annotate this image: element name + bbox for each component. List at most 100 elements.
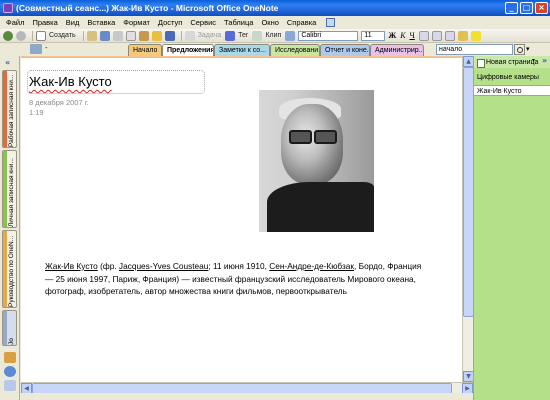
page-date: 8 декабря 2007 г. <box>29 98 89 107</box>
format-painter-icon[interactable] <box>151 30 162 41</box>
menu-format[interactable]: Формат <box>123 18 150 27</box>
tag-button[interactable]: Тег <box>238 32 248 39</box>
subject-name: Жак-Ив Кусто <box>45 261 98 271</box>
menu-share[interactable]: Доступ <box>158 18 182 27</box>
task-icon[interactable] <box>184 30 195 41</box>
page-item-cousteau[interactable]: Жак-Ив Кусто <box>474 85 550 96</box>
menu-tools[interactable]: Сервис <box>190 18 216 27</box>
paste-icon[interactable] <box>138 30 149 41</box>
new-page-dropdown-icon[interactable]: ▾ <box>532 57 535 64</box>
undo-icon[interactable] <box>164 30 175 41</box>
close-button[interactable]: × <box>535 2 548 14</box>
search-input[interactable]: начало <box>436 44 513 55</box>
maximize-button[interactable]: □ <box>520 2 533 14</box>
font-name-select[interactable]: Calibri <box>298 30 359 41</box>
notebook-shared[interactable]: Jo <box>2 310 17 346</box>
open-notebook-icon[interactable] <box>4 352 16 363</box>
page-time: 1:19 <box>29 108 44 117</box>
italic-button[interactable]: К <box>400 31 405 40</box>
shared-notebook-icon[interactable] <box>4 380 16 391</box>
create-button[interactable]: Создать <box>49 32 76 39</box>
menu-help[interactable]: Справка <box>287 18 316 27</box>
notebook-label: Jo <box>8 338 15 345</box>
notebook-label: Рабочая записная кни... <box>8 74 15 147</box>
page-canvas[interactable]: Жак-Ив Кусто 8 декабря 2007 г. 1:19 Жак-… <box>21 56 462 382</box>
tab-admin[interactable]: Администрир... <box>370 44 424 56</box>
search-options-icon[interactable]: ▾ <box>526 45 530 53</box>
text-born: ; 11 июня 1910, <box>208 261 270 271</box>
toolbar: Создать Задача Тег Клип Calibri 11 Ж К Ч <box>0 29 550 43</box>
view-icon[interactable] <box>285 30 296 41</box>
tab-research[interactable]: Исследовани... <box>270 44 320 56</box>
tab-notes[interactable]: Заметки к со... <box>214 44 270 56</box>
notebook-personal[interactable]: Личная записная кни... <box>2 150 17 228</box>
menu-file[interactable]: Файл <box>6 18 24 27</box>
bold-button[interactable]: Ж <box>388 31 396 40</box>
cut-icon[interactable] <box>112 30 123 41</box>
notebook-color-swatch <box>3 71 7 147</box>
collapse-nav-icon[interactable]: « <box>5 58 10 67</box>
notebook-icon[interactable] <box>30 44 42 54</box>
notebook-label: Руководство по OneN... <box>8 235 15 307</box>
screen-clip-icon[interactable] <box>252 30 263 41</box>
highlight-icon[interactable] <box>470 30 481 41</box>
outdent-icon[interactable] <box>444 30 455 41</box>
tab-start[interactable]: Начало <box>128 44 162 56</box>
page-title[interactable]: Жак-Ив Кусто <box>29 74 112 89</box>
new-page-icon[interactable] <box>36 30 46 41</box>
menu-window[interactable]: Окно <box>261 18 278 27</box>
new-page-button[interactable]: Новая страница <box>476 57 538 68</box>
page-tabs-panel: Новая страница ▾ » Цифровые камеры Жак-И… <box>473 56 550 400</box>
menu-view[interactable]: Вид <box>66 18 80 27</box>
collapse-pages-icon[interactable]: » <box>542 56 547 65</box>
page-panel-header: Новая страница ▾ » <box>474 56 550 68</box>
font-color-icon[interactable] <box>457 30 468 41</box>
forward-icon[interactable] <box>16 30 26 41</box>
bullets-icon[interactable] <box>418 30 429 41</box>
open-icon[interactable] <box>86 30 97 41</box>
vertical-scrollbar[interactable]: ▲ ▼ <box>462 56 474 382</box>
biography-paragraph[interactable]: Жак-Ив Кусто (фр. Jacques-Yves Cousteau;… <box>45 260 425 298</box>
menu-extra-icon[interactable] <box>326 18 336 27</box>
menu-edit[interactable]: Правка <box>32 18 57 27</box>
french-name-link[interactable]: Jacques-Yves Cousteau <box>119 261 208 271</box>
cousteau-photo[interactable] <box>259 90 374 232</box>
tab-report[interactable]: Отчет и коне... <box>320 44 370 56</box>
toolbar-separator <box>32 30 33 41</box>
photo-glasses <box>289 130 337 144</box>
clip-button[interactable]: Клип <box>265 32 281 39</box>
page-item-digital-cameras[interactable]: Цифровые камеры <box>474 72 550 83</box>
task-button[interactable]: Задача <box>198 32 222 39</box>
back-icon[interactable] <box>3 30 13 41</box>
notebook-label: Личная записная кни... <box>8 158 15 227</box>
birthplace-link[interactable]: Сен-Андре-де-Кюбзак <box>269 261 354 271</box>
copy-icon[interactable] <box>125 30 136 41</box>
notebook-color-swatch <box>3 151 7 227</box>
section-tabs-row: - Начало Предложения Заметки к со... Исс… <box>0 43 550 57</box>
menu-bar: Файл Правка Вид Вставка Формат Доступ Се… <box>0 16 550 29</box>
photo-body <box>267 182 374 232</box>
toolbar-separator <box>180 30 182 41</box>
onenote-app-icon[interactable] <box>3 3 13 13</box>
notebook-separator: - <box>45 44 48 52</box>
notebook-color-swatch <box>3 311 7 345</box>
print-icon[interactable] <box>99 30 110 41</box>
menu-table[interactable]: Таблица <box>224 18 253 27</box>
notebook-color-swatch <box>3 231 7 307</box>
minimize-button[interactable]: _ <box>505 2 518 14</box>
tag-icon[interactable] <box>225 30 236 41</box>
notebook-work[interactable]: Рабочая записная кни... <box>2 70 17 148</box>
window-title: (Совместный сеанс...) Жак-Ив Кусто - Mic… <box>16 3 279 13</box>
unfiled-notes-icon[interactable] <box>4 366 16 377</box>
notebook-nav-bar: « Рабочая записная кни... Личная записна… <box>0 56 20 400</box>
underline-button[interactable]: Ч <box>410 31 415 40</box>
menu-insert[interactable]: Вставка <box>87 18 115 27</box>
photo-face <box>281 104 343 184</box>
search-icon[interactable] <box>514 44 525 55</box>
font-size-select[interactable]: 11 <box>361 30 386 41</box>
numbering-icon[interactable] <box>431 30 442 41</box>
status-bar <box>21 393 473 400</box>
horizontal-scrollbar[interactable]: ◀ ▶ <box>21 382 473 394</box>
title-bar: (Совместный сеанс...) Жак-Ив Кусто - Mic… <box>0 0 550 16</box>
notebook-guide[interactable]: Руководство по OneN... <box>2 230 17 308</box>
